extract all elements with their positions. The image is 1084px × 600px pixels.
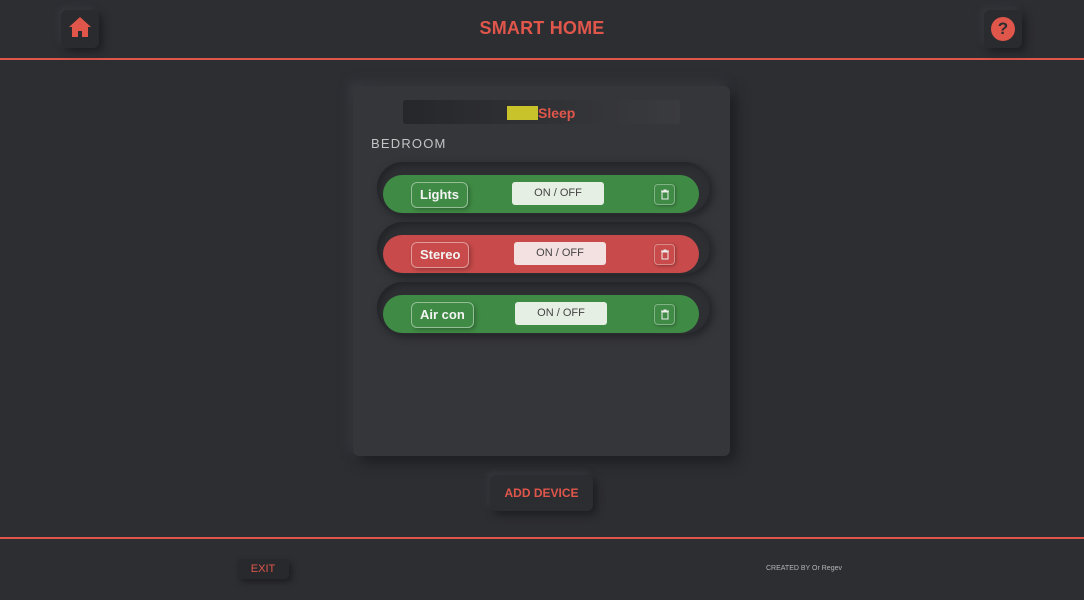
add-device-button[interactable]: ADD DEVICE	[490, 475, 593, 511]
trash-icon[interactable]	[654, 244, 675, 265]
mode-selector[interactable]: Sleep	[403, 100, 680, 124]
device-name-button[interactable]: Air con	[411, 302, 474, 328]
help-icon: ?	[991, 17, 1015, 41]
device-stereo: Stereo ON / OFF	[383, 235, 699, 273]
footer-divider	[0, 537, 1084, 539]
app-title: SMART HOME	[479, 18, 605, 38]
on-off-toggle[interactable]: ON / OFF	[514, 242, 606, 265]
exit-button[interactable]: EXIT	[237, 559, 289, 579]
room-name: BEDROOM	[371, 136, 447, 151]
device-name-button[interactable]: Stereo	[411, 242, 470, 268]
trash-icon[interactable]	[654, 184, 675, 205]
mode-label: Sleep	[538, 105, 576, 121]
header: SMART HOME ?	[0, 0, 1084, 60]
mode-color-swatch	[507, 106, 538, 120]
device-lights: Lights ON / OFF	[383, 175, 699, 213]
room-panel: Sleep BEDROOM Lights ON / OFF Stereo ON …	[353, 86, 730, 456]
trash-icon[interactable]	[654, 304, 675, 325]
device-row: Stereo ON / OFF	[377, 222, 710, 274]
device-row: Lights ON / OFF	[377, 162, 710, 214]
device-row: Air con ON / OFF	[377, 282, 710, 334]
credit-text: CREATED BY Or Regev	[766, 565, 842, 572]
help-button[interactable]: ?	[984, 10, 1022, 48]
device-name-button[interactable]: Lights	[411, 182, 468, 208]
on-off-toggle[interactable]: ON / OFF	[512, 182, 604, 205]
device-air-con: Air con ON / OFF	[383, 295, 699, 333]
on-off-toggle[interactable]: ON / OFF	[515, 302, 607, 325]
